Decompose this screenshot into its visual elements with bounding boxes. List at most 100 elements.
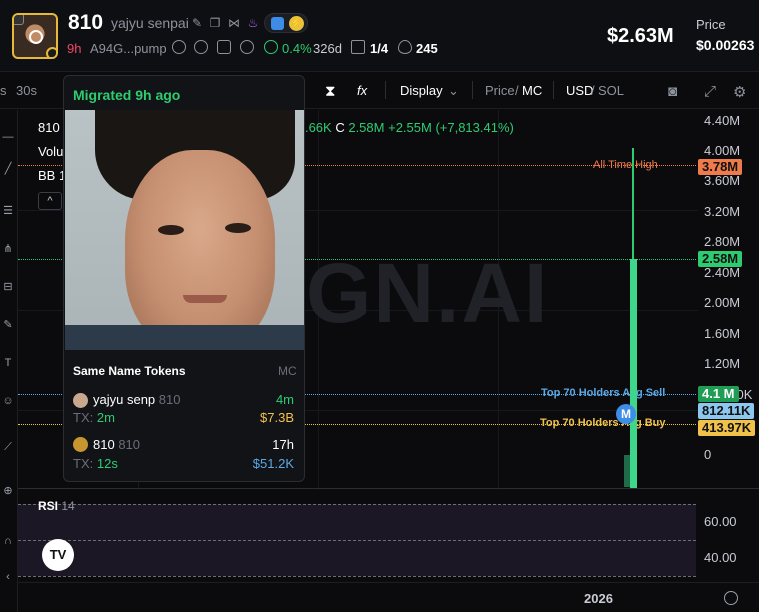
y-tick: 4.40M: [704, 113, 741, 128]
emoji-icon[interactable]: ☺: [1, 394, 15, 408]
camera-icon[interactable]: ◙: [668, 83, 677, 100]
toggle-mc[interactable]: MC: [522, 83, 542, 98]
toggle-price[interactable]: Price: [485, 83, 515, 98]
token-hover-card: Migrated 9h ago Same Name Tokens MC yajy…: [63, 75, 305, 482]
migration-marker[interactable]: M: [616, 404, 636, 424]
drawing-tools: — ╱ ☰ ⋔ ⊟ ✎ T ☺ ⟋ ⊕ ∩ ‹: [0, 110, 18, 612]
fib-icon[interactable]: ☰: [1, 204, 15, 218]
toggle-usd[interactable]: USD: [566, 83, 593, 98]
ohlc-high: .66K: [304, 120, 332, 135]
search-token-icon[interactable]: [194, 40, 208, 54]
fullscreen-icon[interactable]: ⤢: [704, 83, 716, 100]
avg-buy-label: Top 70 Holders Avg Buy: [540, 417, 666, 429]
match-age: 4m: [275, 392, 294, 407]
gear-icon[interactable]: ⚙: [733, 83, 746, 101]
legend-collapse-button[interactable]: ^: [38, 192, 62, 210]
y-tick: 3.20M: [704, 204, 741, 219]
projection-icon[interactable]: ⊟: [1, 280, 15, 294]
crown-icon: [351, 40, 365, 54]
market-cap: $2.63M: [607, 25, 674, 47]
ohlc-symbol: 810: [38, 120, 60, 135]
holders-icon: [264, 40, 278, 54]
match-name[interactable]: yajyu senp 810: [93, 392, 180, 407]
indicators-icon[interactable]: fx: [357, 83, 367, 98]
ruler-icon[interactable]: ⟋: [1, 440, 15, 454]
match-mc: $51.2K: [252, 456, 294, 471]
chevron-down-icon[interactable]: ⌄: [448, 83, 459, 99]
avg-sell-label: Top 70 Holders Avg Sell: [541, 387, 666, 399]
post-icon[interactable]: [217, 40, 231, 54]
match-name[interactable]: 810 810: [93, 437, 140, 452]
time-axis: 2026: [18, 582, 759, 612]
globe-icon[interactable]: [172, 40, 186, 54]
match-avatar: [73, 437, 88, 452]
axis-settings-icon[interactable]: [724, 591, 738, 605]
holders-age: 326d: [313, 41, 342, 56]
lens-icon[interactable]: [240, 40, 254, 54]
display-menu[interactable]: Display: [400, 83, 443, 98]
brush-icon[interactable]: ✎: [1, 318, 15, 332]
match-tx: TX: 2m: [73, 410, 115, 425]
match-tx: TX: 12s: [73, 456, 118, 471]
match-mc: $7.3B: [260, 410, 294, 425]
y-tick: 2.00M: [704, 295, 741, 310]
ath-value: 3.78M: [698, 159, 743, 175]
pro-traders-count: 1/4: [370, 41, 389, 56]
y-tick: 2.80M: [704, 234, 741, 249]
watchers-count: 245: [416, 41, 438, 56]
price-label: Price: [696, 17, 726, 32]
token-avatar[interactable]: [12, 13, 58, 59]
token-age: 9h: [67, 41, 82, 56]
avg-sell-value: 4.1 M: [698, 386, 739, 402]
bolt-icon[interactable]: ⚡: [289, 16, 304, 31]
token-symbol: 810: [68, 11, 104, 34]
timeframe-s[interactable]: s: [0, 83, 7, 98]
ohlc-change: +2.55M (+7,813.41%): [388, 120, 514, 135]
candle-type-icon[interactable]: ⧗: [325, 83, 336, 100]
copy-image-icon[interactable]: [14, 15, 24, 25]
candle-body: [630, 259, 637, 489]
rsi-tick-60: 60.00: [704, 514, 737, 529]
telegram-icon[interactable]: [271, 17, 284, 30]
collapse-tools-icon[interactable]: ‹: [1, 570, 15, 584]
token-name: yajyu senpai: [111, 15, 189, 31]
rsi-pane[interactable]: RSI 14 60.00 40.00 TV: [18, 488, 759, 582]
y-tick: 0: [704, 447, 712, 462]
social-links[interactable]: ⚡: [264, 13, 308, 33]
ath-label: All Time High: [593, 159, 658, 171]
flame-icon[interactable]: ♨: [246, 16, 260, 30]
match-age: 17h: [272, 437, 294, 452]
mid-value: 812.11K: [698, 403, 755, 419]
time-label-2026: 2026: [584, 591, 613, 606]
ohlc-close: 2.58M: [348, 120, 385, 135]
price-mc-separator: /: [515, 83, 519, 98]
bollinger-legend: BB 1: [38, 168, 67, 183]
y-tick: 1.20M: [704, 356, 741, 371]
y-tick: 1.60M: [704, 326, 741, 341]
y-tick: 3.60M: [704, 173, 741, 188]
share-icon[interactable]: ⋈: [227, 16, 241, 30]
zoom-icon[interactable]: ⊕: [1, 484, 15, 498]
mc-column-label: MC: [278, 364, 297, 378]
y-tick: 2.40M: [704, 265, 741, 280]
copy-icon[interactable]: ❐: [208, 16, 222, 30]
avg-buy-value: 413.97K: [698, 420, 756, 436]
currency-separator: /: [591, 83, 595, 98]
cursor-icon[interactable]: —: [1, 130, 15, 144]
y-tick: 4.00M: [704, 143, 741, 158]
timeframe-30s[interactable]: 30s: [16, 83, 37, 98]
match-avatar: [73, 393, 88, 408]
text-icon[interactable]: T: [1, 356, 15, 370]
trendline-icon[interactable]: ╱: [1, 162, 15, 176]
pattern-icon[interactable]: ⋔: [1, 242, 15, 256]
magnet-icon[interactable]: ∩: [1, 534, 15, 548]
token-header: 810 yajyu senpai ✎ ❐ ⋈ ♨ ⚡ 9h A94G...pum…: [0, 0, 759, 72]
token-address[interactable]: A94G...pump: [90, 41, 167, 56]
edit-icon[interactable]: ✎: [190, 16, 204, 30]
tradingview-logo[interactable]: TV: [42, 539, 74, 571]
toggle-sol[interactable]: SOL: [598, 83, 624, 98]
token-image: [65, 110, 304, 350]
migrated-status: Migrated 9h ago: [73, 87, 181, 103]
rsi-tick-40: 40.00: [704, 550, 737, 565]
volume-legend: Volu: [38, 144, 64, 159]
